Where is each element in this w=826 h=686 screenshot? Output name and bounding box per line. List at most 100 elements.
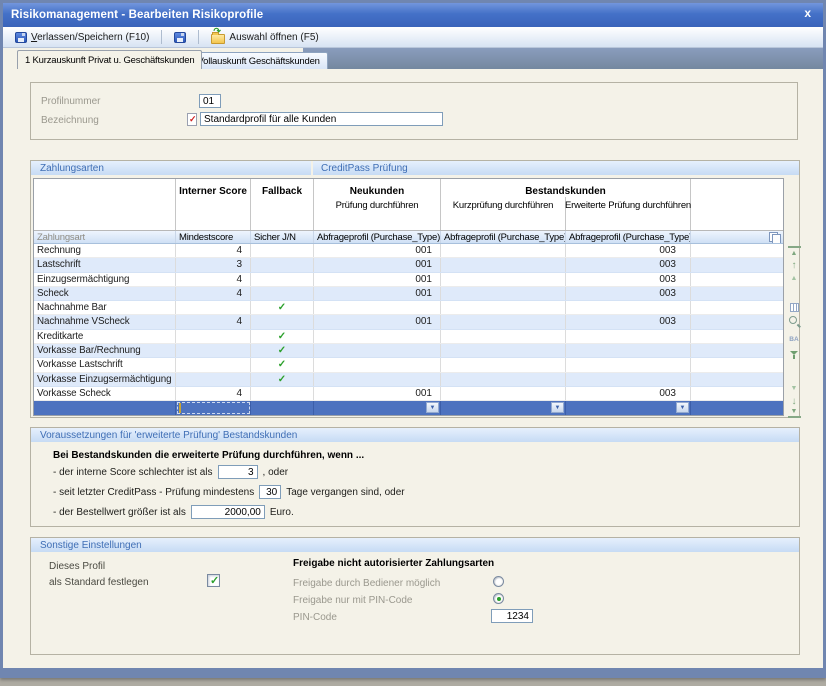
table-row[interactable]: Scheck 4 001 003 <box>34 287 783 301</box>
search-icon[interactable] <box>788 315 801 327</box>
condition-amount-label: - der Bestellwert größer ist als <box>53 507 186 518</box>
open-selection-button[interactable]: Auswahl öffnen (F5) <box>205 29 324 46</box>
edit-cell-fallback[interactable] <box>251 401 314 415</box>
edit-cell-extended[interactable] <box>566 401 691 415</box>
cell-query-profile-short <box>441 344 566 357</box>
profile-name-input[interactable] <box>200 112 443 126</box>
dropdown-button[interactable] <box>551 402 564 413</box>
edit-cell-last[interactable] <box>691 401 783 415</box>
cell-query-profile-short <box>441 358 566 371</box>
radio-pin[interactable] <box>493 593 504 604</box>
score-threshold-input[interactable] <box>218 465 258 479</box>
table-row[interactable]: Kreditkarte <box>34 330 783 344</box>
tab-kurzauskunft[interactable]: 1 Kurzauskunft Privat u. Geschäftskunden <box>17 50 202 69</box>
table-row[interactable]: Einzugsermächtigung 4 001 003 <box>34 273 783 287</box>
table-row[interactable]: Vorkasse Lastschrift <box>34 358 783 372</box>
cell-query-profile-short <box>441 330 566 343</box>
cell-query-profile-extended: 003 <box>566 387 691 400</box>
window-title: Risikomanagement - Bearbeiten Risikoprof… <box>11 9 263 21</box>
edit-cell-name[interactable] <box>34 401 176 415</box>
grid-edit-row[interactable] <box>34 401 783 415</box>
cell-query-profile-extended: 003 <box>566 273 691 286</box>
cell-query-profile-new <box>314 301 441 314</box>
cell-query-profile-new <box>314 358 441 371</box>
cell-query-profile-extended: 003 <box>566 315 691 328</box>
cell-payment-type: Nachnahme Bar <box>34 301 176 314</box>
text-caret <box>179 403 181 413</box>
dropdown-button[interactable] <box>426 402 439 413</box>
cell-query-profile-new: 001 <box>314 258 441 271</box>
edit-cell-short[interactable] <box>441 401 566 415</box>
cell-empty <box>691 287 783 300</box>
cell-fallback-secure <box>251 258 314 271</box>
cell-min-score <box>176 358 251 371</box>
cell-empty <box>691 358 783 371</box>
condition-amount-suffix: Euro. <box>270 507 294 518</box>
cell-query-profile-short <box>441 258 566 271</box>
header-new-customers-sub: Prüfung durchführen <box>336 200 419 211</box>
table-row[interactable]: Vorkasse Bar/Rechnung <box>34 344 783 358</box>
cell-min-score <box>176 373 251 386</box>
header-new-customers: Neukunden <box>350 179 404 197</box>
cell-query-profile-new: 001 <box>314 244 441 257</box>
tab-vollauskunft[interactable]: 2 Vollauskunft Geschäftskunden <box>182 52 328 69</box>
radio-operator[interactable] <box>493 576 504 587</box>
close-icon[interactable]: x <box>804 6 811 20</box>
profile-number-input[interactable] <box>199 94 221 108</box>
header-payment-empty <box>34 179 176 230</box>
profile-number-label: Profilnummer <box>41 96 100 107</box>
condition-line-days: - seit letzter CreditPass - Prüfung mind… <box>53 485 405 499</box>
group-title-zahlungsarten: Zahlungsarten <box>31 163 104 174</box>
cell-payment-type: Vorkasse Scheck <box>34 387 176 400</box>
save-button[interactable] <box>168 29 192 46</box>
cell-query-profile-extended <box>566 330 691 343</box>
conditions-band: Voraussetzungen für 'erweiterte Prüfung'… <box>31 428 799 442</box>
condition-line-amount: - der Bestellwert größer ist als Euro. <box>53 505 294 519</box>
scroll-top-icon[interactable] <box>788 246 801 258</box>
tab-kurzauskunft-label: 1 Kurzauskunft Privat u. Geschäftskunden <box>25 55 194 66</box>
table-row[interactable]: Nachnahme VScheck 4 001 003 <box>34 315 783 329</box>
pin-code-input[interactable] <box>491 609 533 623</box>
cell-fallback-secure <box>251 244 314 257</box>
condition-line-score: - der interne Score schlechter ist als ,… <box>53 465 288 479</box>
filter-icon[interactable] <box>788 349 801 361</box>
validate-doc-icon[interactable] <box>187 113 197 126</box>
columns-icon[interactable] <box>790 303 799 312</box>
grid-header: Interner Score Fallback Neukunden Prüfun… <box>34 179 783 231</box>
page-down-icon[interactable] <box>788 382 801 394</box>
pin-code-label: PIN-Code <box>293 612 337 623</box>
cell-empty <box>691 387 783 400</box>
profile-box: Profilnummer Bezeichnung <box>30 82 798 140</box>
cell-empty <box>691 273 783 286</box>
table-row[interactable]: Vorkasse Einzugsermächtigung <box>34 373 783 387</box>
order-value-input[interactable] <box>191 505 265 519</box>
edit-cell-score[interactable] <box>176 401 251 415</box>
dropdown-button[interactable] <box>676 402 689 413</box>
days-threshold-input[interactable] <box>259 485 281 499</box>
row-up-icon[interactable] <box>788 259 801 271</box>
settings-title: Sonstige Einstellungen <box>31 540 142 551</box>
table-row[interactable]: Vorkasse Scheck 4 001 003 <box>34 387 783 401</box>
copy-icon[interactable] <box>769 232 780 243</box>
header-existing-customers: Bestandskunden <box>525 179 606 197</box>
titlebar: Risikomanagement - Bearbeiten Risikoprof… <box>3 3 823 27</box>
standard-checkbox[interactable] <box>207 574 220 587</box>
cell-fallback-secure <box>251 344 314 357</box>
condition-score-label: - der interne Score schlechter ist als <box>53 467 213 478</box>
content: Profilnummer Bezeichnung Zahlungsarten C… <box>6 70 820 668</box>
table-row[interactable]: Lastschrift 3 001 003 <box>34 258 783 272</box>
sort-icon[interactable] <box>788 333 801 345</box>
save-exit-button[interactable]: Verlassen/Speichern (F10) <box>9 29 155 46</box>
edit-cell-new[interactable] <box>314 401 441 415</box>
scroll-bottom-icon[interactable] <box>788 406 801 418</box>
cell-query-profile-short <box>441 387 566 400</box>
cell-min-score: 4 <box>176 273 251 286</box>
cell-payment-type: Vorkasse Bar/Rechnung <box>34 344 176 357</box>
table-row[interactable]: Rechnung 4 001 003 <box>34 244 783 258</box>
toolbar: Verlassen/Speichern (F10) Auswahl öffnen… <box>3 27 823 48</box>
tab-strip-band <box>303 48 823 69</box>
page-up-icon[interactable] <box>788 272 801 284</box>
cell-empty <box>691 301 783 314</box>
cell-query-profile-extended <box>566 301 691 314</box>
table-row[interactable]: Nachnahme Bar <box>34 301 783 315</box>
